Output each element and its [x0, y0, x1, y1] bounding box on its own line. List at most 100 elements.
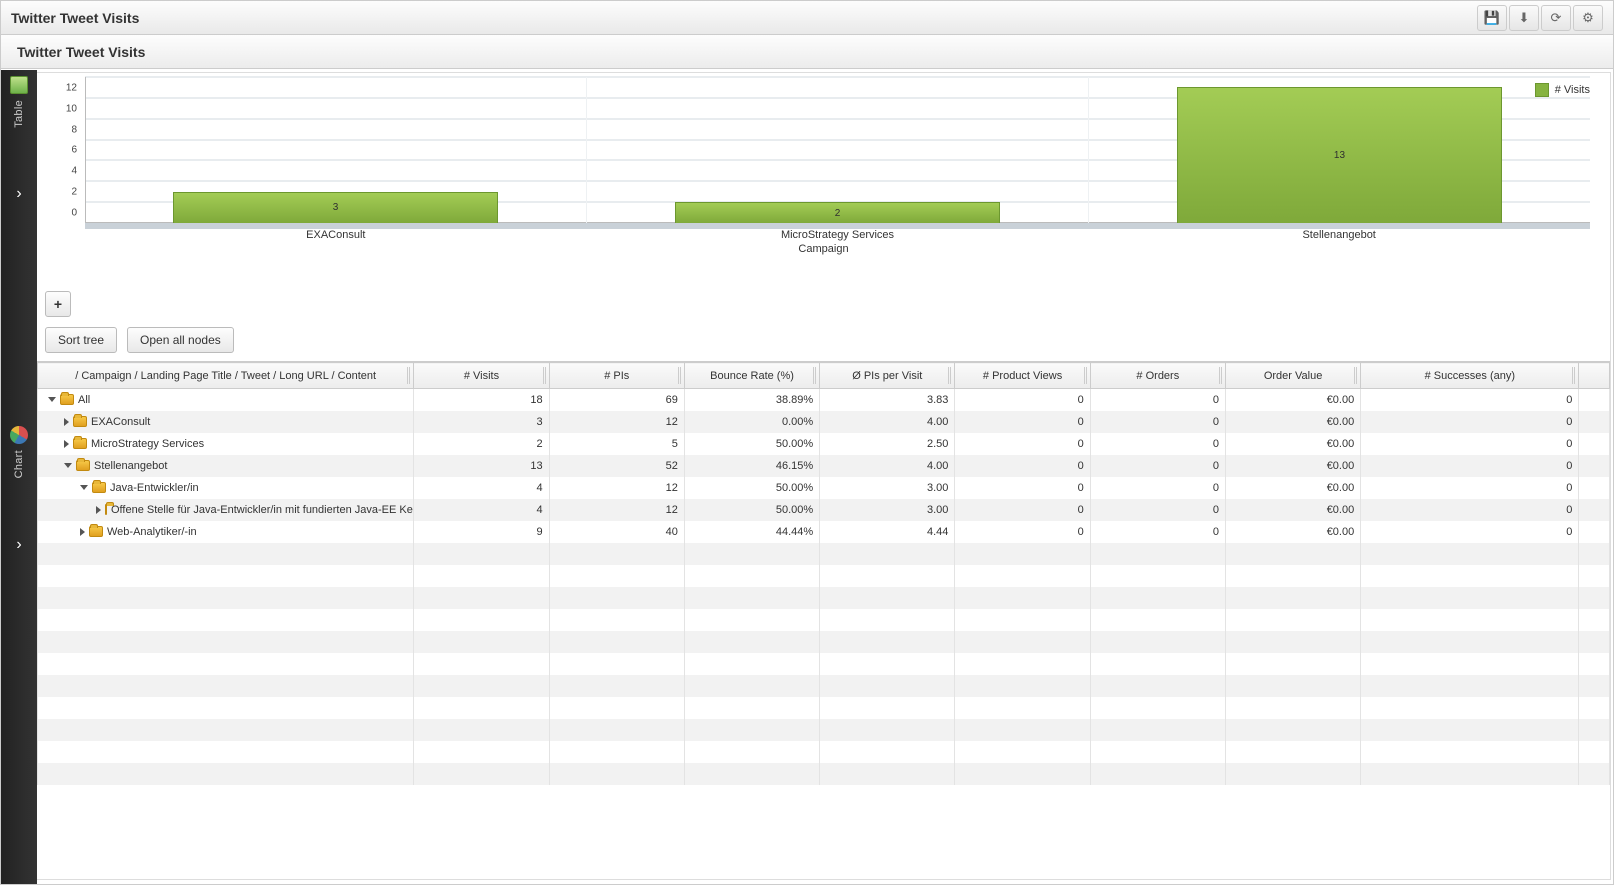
- cell-value: 0: [1361, 433, 1579, 455]
- column-resize-handle[interactable]: [543, 367, 547, 384]
- chart-bar[interactable]: 3: [173, 192, 499, 223]
- row-label: Stellenangebot: [94, 460, 167, 472]
- cell-value: 44.44%: [684, 521, 819, 543]
- cell-value: 5: [549, 433, 684, 455]
- collapse-icon[interactable]: [80, 485, 88, 490]
- cell-value: 0: [1090, 433, 1225, 455]
- open-all-nodes-button[interactable]: Open all nodes: [127, 327, 234, 353]
- cell-value: 46.15%: [684, 455, 819, 477]
- folder-icon: [89, 526, 103, 537]
- refresh-button[interactable]: ⟳: [1541, 5, 1571, 31]
- download-icon: ⬇: [1519, 10, 1530, 26]
- column-resize-handle[interactable]: [813, 367, 817, 384]
- collapse-icon[interactable]: [64, 463, 72, 468]
- column-resize-handle[interactable]: [407, 367, 411, 384]
- column-header-scrollgutter: [1579, 363, 1610, 389]
- column-resize-handle[interactable]: [1219, 367, 1223, 384]
- cell-value: €0.00: [1225, 455, 1360, 477]
- cell-value: 4.44: [820, 521, 955, 543]
- row-label: Web-Analytiker/-in: [107, 526, 197, 538]
- save-button[interactable]: 💾: [1477, 5, 1507, 31]
- cell-value: 0: [1361, 411, 1579, 433]
- y-tick: 0: [59, 208, 77, 219]
- column-resize-handle[interactable]: [1572, 367, 1576, 384]
- column-resize-handle[interactable]: [1354, 367, 1358, 384]
- table-row[interactable]: Offene Stelle für Java-Entwickler/in mit…: [38, 499, 1610, 521]
- panel-title: Twitter Tweet Visits: [17, 44, 145, 60]
- cell-value: 4.00: [820, 455, 955, 477]
- settings-button[interactable]: ⚙: [1573, 5, 1603, 31]
- table-row-empty: [38, 719, 1610, 741]
- collapse-icon[interactable]: [48, 397, 56, 402]
- column-header[interactable]: / Campaign / Landing Page Title / Tweet …: [38, 363, 414, 389]
- save-icon: 💾: [1484, 10, 1500, 26]
- cell-value: 0.00%: [684, 411, 819, 433]
- cell-value: €0.00: [1225, 521, 1360, 543]
- column-header[interactable]: Ø PIs per Visit: [820, 363, 955, 389]
- chart-bar[interactable]: 2: [675, 202, 1001, 223]
- cell-value: 0: [1090, 411, 1225, 433]
- table-row[interactable]: EXAConsult3120.00%4.0000€0.000: [38, 411, 1610, 433]
- column-resize-handle[interactable]: [948, 367, 952, 384]
- expand-chart-icon[interactable]: ›: [1, 487, 37, 603]
- column-resize-handle[interactable]: [1084, 367, 1088, 384]
- cell-value: 0: [1361, 389, 1579, 411]
- cell-value: 0: [955, 499, 1090, 521]
- row-label: MicroStrategy Services: [91, 438, 204, 450]
- table-row-empty: [38, 653, 1610, 675]
- sort-tree-button[interactable]: Sort tree: [45, 327, 117, 353]
- cell-value: 0: [1361, 499, 1579, 521]
- column-header[interactable]: # Visits: [414, 363, 549, 389]
- row-label: Java-Entwickler/in: [110, 482, 199, 494]
- cell-value: 40: [549, 521, 684, 543]
- column-header[interactable]: # PIs: [549, 363, 684, 389]
- data-table: / Campaign / Landing Page Title / Tweet …: [37, 361, 1610, 879]
- row-label: Offene Stelle für Java-Entwickler/in mit…: [111, 504, 414, 516]
- add-button[interactable]: +: [45, 291, 71, 317]
- tab-table[interactable]: Table: [1, 70, 37, 136]
- y-tick: 14: [59, 72, 77, 73]
- table-row[interactable]: Web-Analytiker/-in94044.44%4.4400€0.000: [38, 521, 1610, 543]
- y-tick: 2: [59, 187, 77, 198]
- column-header[interactable]: # Product Views: [955, 363, 1090, 389]
- folder-icon: [76, 460, 90, 471]
- column-header[interactable]: # Orders: [1090, 363, 1225, 389]
- cell-value: 0: [1090, 499, 1225, 521]
- table-row[interactable]: MicroStrategy Services2550.00%2.5000€0.0…: [38, 433, 1610, 455]
- y-tick: 10: [59, 103, 77, 114]
- cell-value: 0: [1090, 521, 1225, 543]
- table-row[interactable]: Stellenangebot135246.15%4.0000€0.000: [38, 455, 1610, 477]
- table-row[interactable]: Java-Entwickler/in41250.00%3.0000€0.000: [38, 477, 1610, 499]
- tab-chart[interactable]: Chart: [1, 420, 37, 486]
- column-header[interactable]: Order Value: [1225, 363, 1360, 389]
- table-row-empty: [38, 609, 1610, 631]
- expand-table-icon[interactable]: ›: [1, 136, 37, 252]
- cell-value: 3.83: [820, 389, 955, 411]
- cell-value: 0: [1090, 455, 1225, 477]
- folder-icon: [92, 482, 106, 493]
- cell-value: 12: [549, 411, 684, 433]
- folder-icon: [105, 504, 107, 515]
- column-header[interactable]: # Successes (any): [1361, 363, 1579, 389]
- download-button[interactable]: ⬇: [1509, 5, 1539, 31]
- cell-value: 12: [549, 477, 684, 499]
- expand-icon[interactable]: [64, 418, 69, 426]
- table-row[interactable]: All186938.89%3.8300€0.000: [38, 389, 1610, 411]
- expand-icon[interactable]: [96, 506, 101, 514]
- cell-value: 3.00: [820, 499, 955, 521]
- y-tick: 6: [59, 145, 77, 156]
- folder-icon: [73, 416, 87, 427]
- table-row-empty: [38, 543, 1610, 565]
- table-row-empty: [38, 697, 1610, 719]
- cell-value: 0: [1361, 521, 1579, 543]
- column-resize-handle[interactable]: [678, 367, 682, 384]
- subheader: Twitter Tweet Visits: [1, 35, 1613, 69]
- refresh-icon: ⟳: [1551, 10, 1562, 26]
- chart-bar[interactable]: 13: [1177, 87, 1503, 223]
- column-header[interactable]: Bounce Rate (%): [684, 363, 819, 389]
- cell-value: €0.00: [1225, 389, 1360, 411]
- cell-value: 38.89%: [684, 389, 819, 411]
- cell-value: 9: [414, 521, 549, 543]
- expand-icon[interactable]: [64, 440, 69, 448]
- expand-icon[interactable]: [80, 528, 85, 536]
